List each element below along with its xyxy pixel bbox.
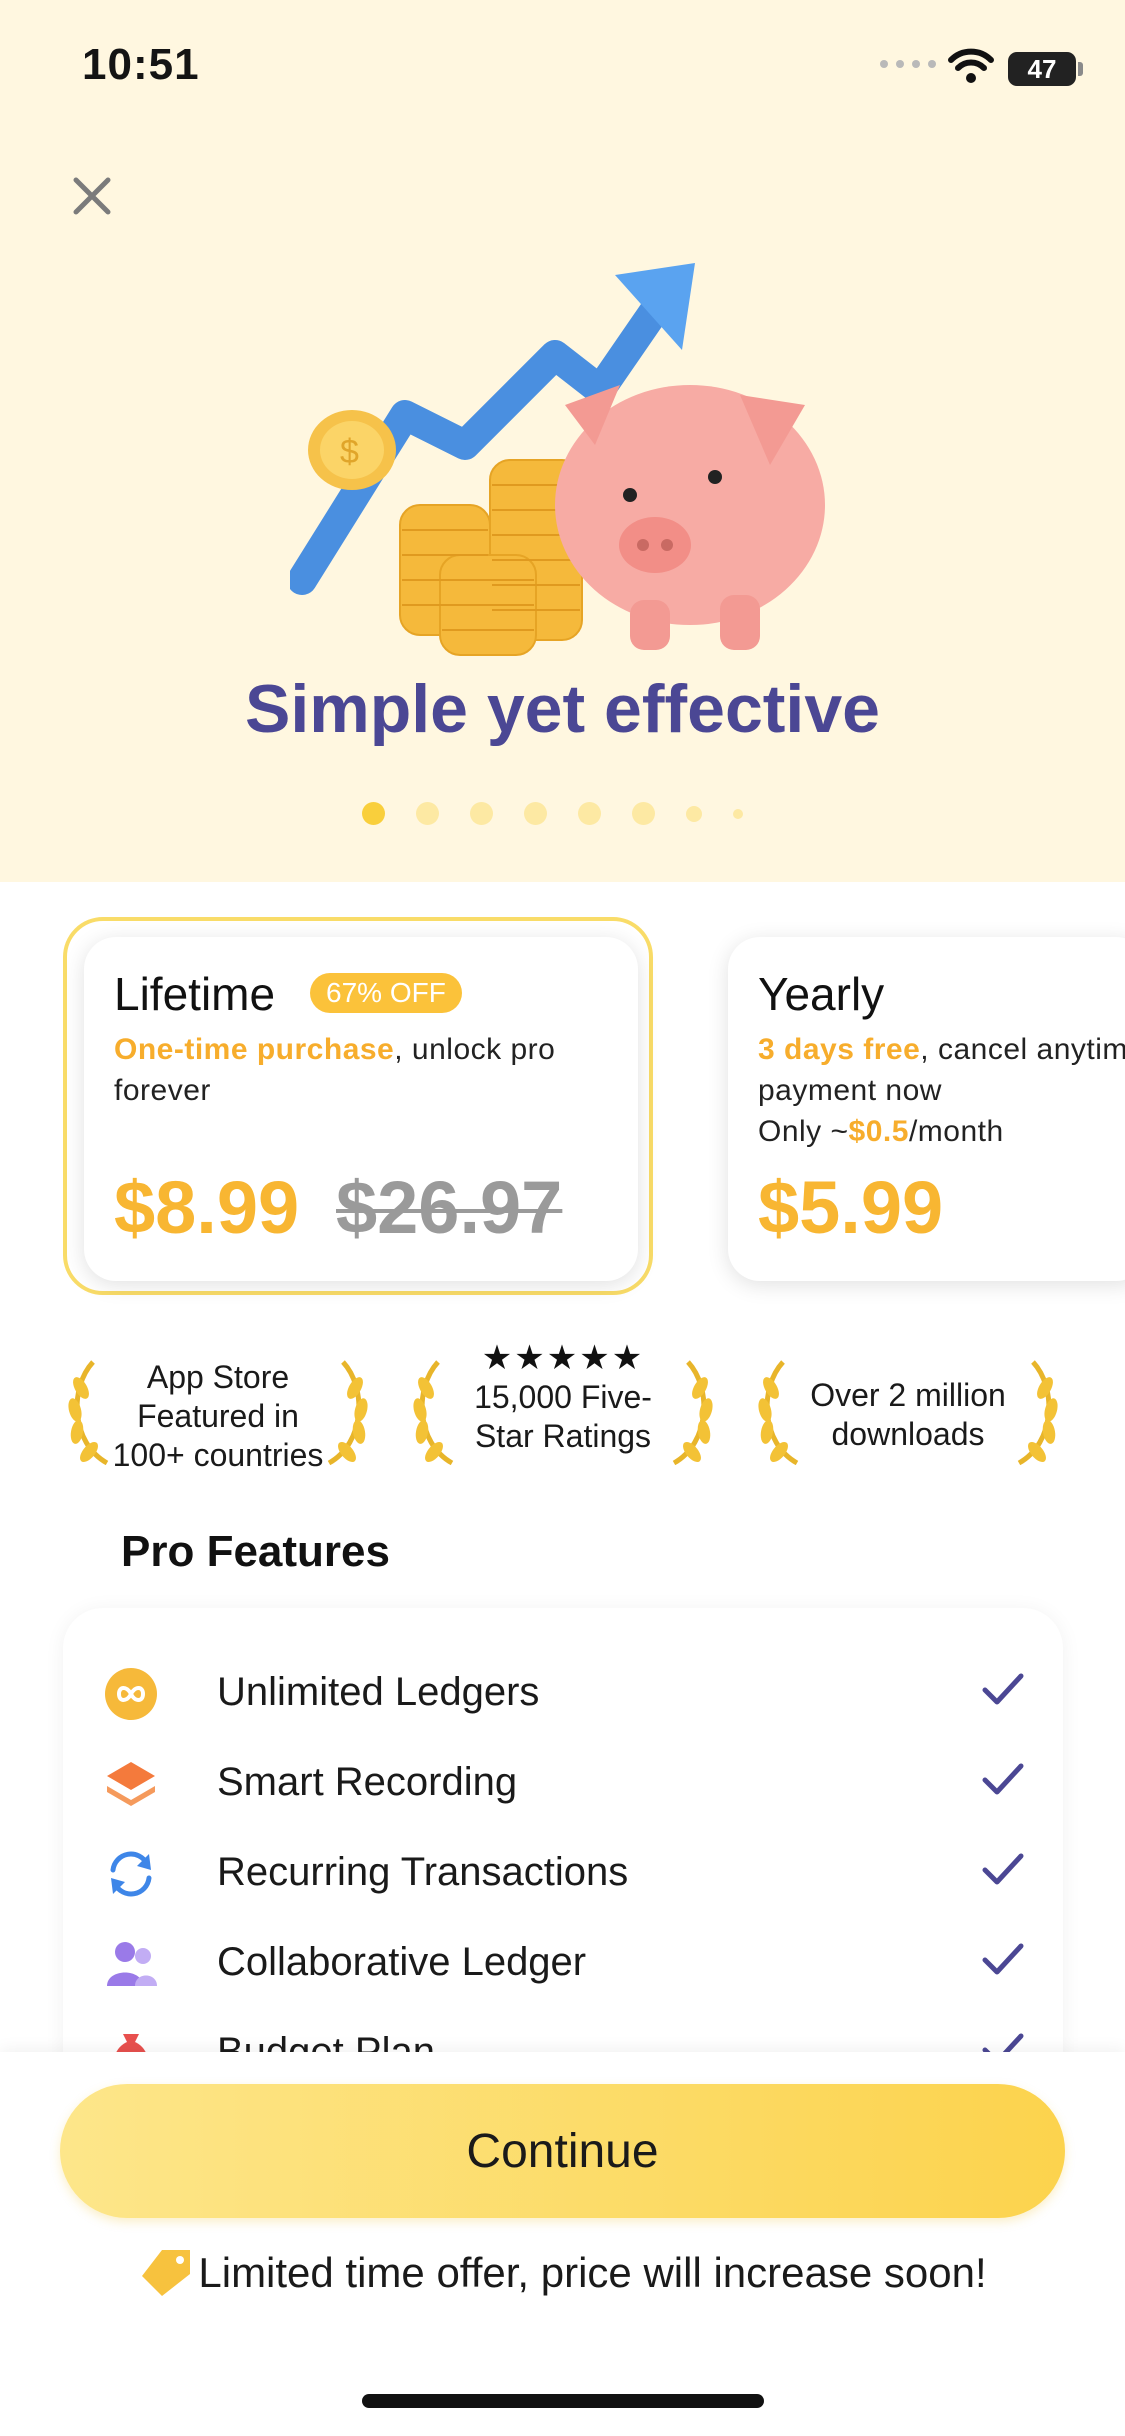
- status-time: 10:51: [82, 40, 200, 89]
- award-ratings: ★★★★★ 15,000 Five-Star Ratings: [408, 1339, 718, 1500]
- infinity-icon: [105, 1668, 157, 1720]
- svg-text:$: $: [340, 433, 359, 471]
- page-dot[interactable]: [416, 802, 439, 825]
- battery-icon: 47: [1008, 52, 1076, 86]
- layers-icon: [107, 1762, 155, 1806]
- plan-desc-highlight: 3 days free: [758, 1033, 921, 1066]
- monthly-prefix: Only ~: [758, 1115, 849, 1148]
- battery-level: 47: [1027, 53, 1057, 84]
- plan-name: Lifetime: [114, 968, 276, 1020]
- laurel-right-icon: [327, 1360, 368, 1466]
- award-downloads: Over 2 million downloads: [753, 1350, 1063, 1500]
- page-dot[interactable]: [632, 802, 655, 825]
- piggy-bank-illustration: $: [290, 263, 825, 656]
- plan-description: 3 days free, cancel anytime, payment now…: [758, 1029, 1125, 1152]
- check-icon: [982, 1943, 1024, 1975]
- plan-price: $8.99: [114, 1166, 300, 1249]
- laurel-right-icon: [1017, 1360, 1058, 1466]
- feature-item: Recurring Transactions: [105, 1838, 1025, 1908]
- continue-button[interactable]: Continue: [60, 2084, 1065, 2218]
- original-price: $26.97: [336, 1166, 563, 1249]
- award-text: 15,000 Five-Star Ratings: [474, 1379, 652, 1454]
- plan-description: One-time purchase, unlock pro forever: [114, 1029, 624, 1111]
- plan-desc-text: , cancel anytime,: [920, 1033, 1125, 1066]
- users-icon: [107, 1942, 157, 1986]
- award-text: App Store Featured in 100+ countries: [112, 1359, 324, 1473]
- battery-tip: [1078, 62, 1083, 76]
- home-indicator[interactable]: [362, 2394, 764, 2408]
- award-text: Over 2 million downloads: [810, 1377, 1006, 1452]
- laurel-right-icon: [672, 1360, 713, 1466]
- check-icon: [982, 1763, 1024, 1795]
- discount-badge: 67% OFF: [310, 973, 462, 1013]
- page-dot[interactable]: [362, 802, 385, 825]
- limited-offer-note: Limited time offer, price will increase …: [0, 2248, 1125, 2298]
- plan-price: $5.99: [758, 1166, 944, 1249]
- feature-label: Recurring Transactions: [217, 1850, 629, 1894]
- page-dot[interactable]: [470, 802, 493, 825]
- monthly-value: $0.5: [848, 1115, 909, 1148]
- plan-desc-highlight: One-time purchase: [114, 1033, 395, 1066]
- refresh-icon: [110, 1851, 152, 1897]
- feature-item: Unlimited Ledgers: [105, 1658, 1025, 1728]
- hero-title: Simple yet effective: [245, 671, 880, 747]
- pro-features-title: Pro Features: [121, 1527, 390, 1576]
- laurel-left-icon: [758, 1360, 799, 1466]
- feature-item: Collaborative Ledger: [105, 1928, 1025, 1998]
- award-featured: App Store Featured in 100+ countries: [63, 1350, 373, 1500]
- plan-name: Yearly: [758, 968, 885, 1020]
- feature-label: Collaborative Ledger: [217, 1940, 587, 1984]
- check-icon: [982, 1673, 1024, 1705]
- wifi-icon: [948, 48, 994, 83]
- price-tag-icon: [142, 2250, 191, 2296]
- check-icon: [982, 1853, 1024, 1885]
- feature-label: Smart Recording: [217, 1760, 518, 1804]
- plan-card-lifetime[interactable]: Lifetime 67% OFF One-time purchase, unlo…: [84, 937, 638, 1281]
- page-dot[interactable]: [578, 802, 601, 825]
- cellular-signal-icon: [880, 60, 936, 68]
- pro-features-list[interactable]: Unlimited Ledgers Smart Recording Recurr…: [63, 1608, 1063, 2128]
- offer-text: Limited time offer, price will increase …: [198, 2249, 987, 2296]
- page-dot[interactable]: [733, 808, 743, 819]
- plan-card-yearly[interactable]: Yearly 3 days free, cancel anytime, paym…: [728, 937, 1125, 1281]
- page-dot[interactable]: [686, 805, 702, 822]
- feature-label: Unlimited Ledgers: [217, 1670, 540, 1714]
- monthly-suffix: /month: [908, 1115, 1004, 1148]
- feature-item: Smart Recording: [105, 1748, 1025, 1818]
- page-dot[interactable]: [524, 802, 547, 825]
- close-icon[interactable]: [68, 172, 116, 220]
- page-indicator[interactable]: [362, 802, 743, 825]
- plan-desc-line2: payment now: [758, 1074, 942, 1107]
